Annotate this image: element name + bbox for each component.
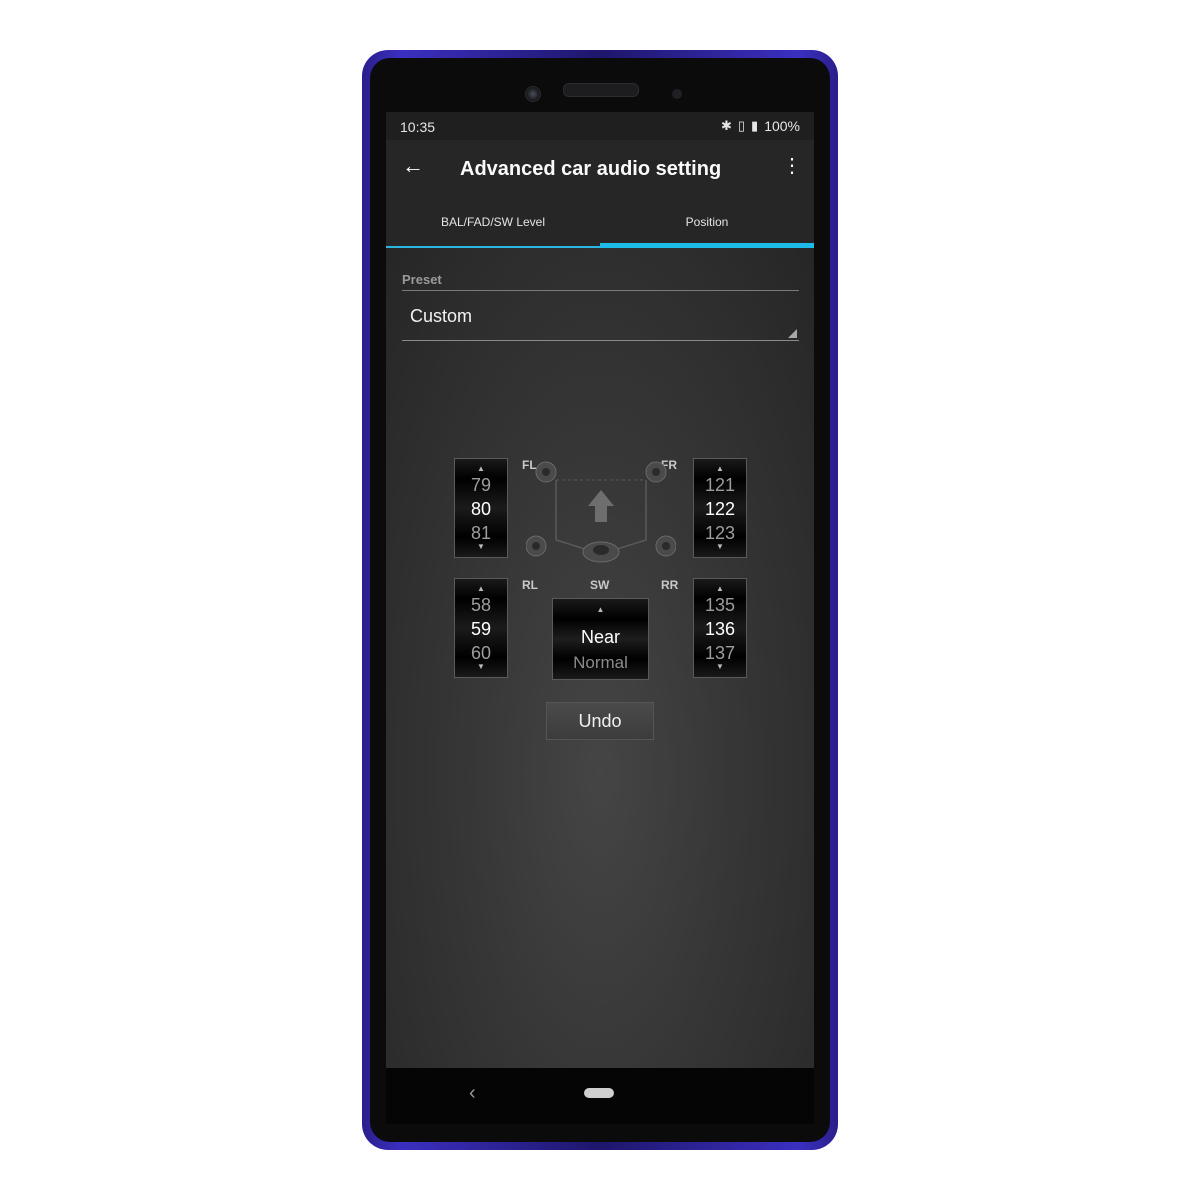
- sw-next-value: Normal: [573, 653, 628, 672]
- arrow-left-icon[interactable]: ←: [402, 154, 426, 178]
- rl-next-value: 60: [470, 643, 492, 663]
- car-speaker-diagram: [526, 461, 676, 563]
- preset-divider: [402, 290, 799, 291]
- status-icons: ✱ ▯ ▮ 100%: [721, 118, 800, 134]
- sw-label: SW: [590, 578, 610, 592]
- tab-bar: BAL/FAD/SW Level Position: [386, 196, 814, 248]
- nav-back-icon[interactable]: ‹: [469, 1082, 476, 1105]
- preset-label: Preset: [402, 272, 442, 287]
- more-vert-icon[interactable]: ⋮: [782, 156, 802, 180]
- fr-prev-value: 121: [704, 475, 736, 495]
- screen: 10:35 ✱ ▯ ▮ 100% ← Advanced car audio se…: [386, 112, 814, 1124]
- fl-prev-value: 79: [470, 475, 492, 495]
- phone-bezel: 10:35 ✱ ▯ ▮ 100% ← Advanced car audio se…: [370, 58, 830, 1142]
- chevron-up-icon[interactable]: ▲: [694, 465, 746, 473]
- chevron-down-icon[interactable]: ▼: [455, 543, 507, 551]
- earpiece-speaker: [563, 83, 639, 97]
- dropdown-arrow-icon: [788, 329, 797, 338]
- preset-value: Custom: [410, 306, 473, 326]
- fr-next-value: 123: [704, 523, 736, 543]
- rl-current-value: 59: [470, 619, 492, 639]
- undo-button[interactable]: Undo: [546, 702, 654, 740]
- chevron-up-icon[interactable]: ▲: [694, 585, 746, 593]
- rr-prev-value: 135: [704, 595, 736, 615]
- preset-dropdown[interactable]: Custom: [402, 298, 799, 341]
- system-nav-bar: ‹: [386, 1068, 814, 1124]
- rr-label: RR: [661, 578, 679, 592]
- bluetooth-icon: ✱: [720, 118, 732, 133]
- fr-position-picker[interactable]: ▲ 121 122 123 ▼: [693, 458, 747, 558]
- fl-current-value: 80: [470, 499, 492, 519]
- front-camera: [525, 86, 541, 102]
- main-content: Preset Custom ▲ 79 80 81 ▼ FL ▲ 121 122 …: [386, 248, 814, 1124]
- nav-home-pill[interactable]: [584, 1088, 614, 1098]
- app-bar: ← Advanced car audio setting ⋮: [386, 140, 814, 196]
- page-title: Advanced car audio setting: [460, 158, 722, 180]
- sw-current-value: Near: [580, 627, 620, 647]
- phone-frame: 10:35 ✱ ▯ ▮ 100% ← Advanced car audio se…: [362, 50, 838, 1150]
- rl-prev-value: 58: [470, 595, 492, 615]
- status-bar: 10:35 ✱ ▯ ▮ 100%: [386, 112, 814, 140]
- battery-level: 100%: [764, 118, 800, 134]
- fr-current-value: 122: [704, 499, 736, 519]
- proximity-sensor: [672, 89, 682, 99]
- chevron-up-icon[interactable]: ▲: [455, 465, 507, 473]
- chevron-down-icon[interactable]: ▼: [694, 663, 746, 671]
- status-time: 10:35: [400, 119, 436, 135]
- chevron-up-icon[interactable]: ▲: [553, 605, 648, 614]
- rr-next-value: 137: [704, 643, 736, 663]
- rl-label: RL: [522, 578, 538, 592]
- rl-position-picker[interactable]: ▲ 58 59 60 ▼: [454, 578, 508, 678]
- chevron-up-icon[interactable]: ▲: [455, 585, 507, 593]
- battery-icon: ▮: [751, 118, 759, 133]
- rr-current-value: 136: [704, 619, 736, 639]
- tab-position[interactable]: Position: [600, 196, 814, 245]
- vibrate-icon: ▯: [737, 118, 746, 133]
- fl-next-value: 81: [470, 523, 492, 543]
- tab-bal-fad-sw-level[interactable]: BAL/FAD/SW Level: [386, 196, 600, 245]
- fl-position-picker[interactable]: ▲ 79 80 81 ▼: [454, 458, 508, 558]
- sw-position-picker[interactable]: ▲ Near Normal: [552, 598, 649, 680]
- rr-position-picker[interactable]: ▲ 135 136 137 ▼: [693, 578, 747, 678]
- chevron-down-icon[interactable]: ▼: [455, 663, 507, 671]
- chevron-down-icon[interactable]: ▼: [694, 543, 746, 551]
